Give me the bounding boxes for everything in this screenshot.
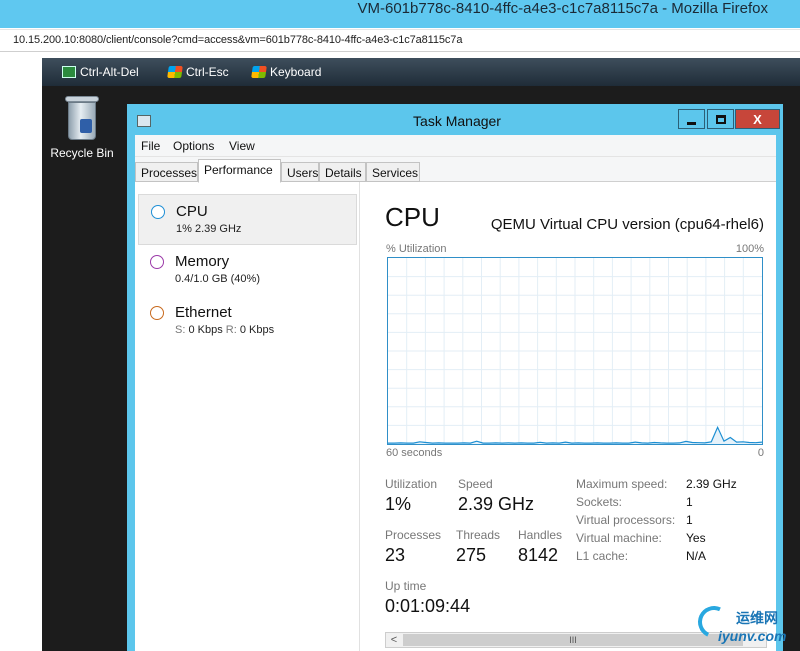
threads-label: Threads	[456, 528, 501, 542]
max-axis-label: 100%	[735, 243, 764, 255]
processes-label: Processes	[385, 528, 442, 542]
speed-value: 2.39 GHz	[458, 494, 535, 514]
receive-label: R:	[225, 324, 237, 336]
recycle-bin-shortcut[interactable]: Recycle Bin	[44, 96, 120, 160]
performance-content: CPU 1% 2.39 GHz Memory 0.4/1.0 GB (40%) …	[135, 182, 776, 651]
threads-value: 275	[456, 545, 487, 565]
menu-view[interactable]: View	[229, 139, 255, 153]
resource-detail: 0.4/1.0 GB (40%)	[175, 273, 260, 285]
uptime-label: Up time	[385, 579, 427, 593]
task-manager-title-bar[interactable]: Task Manager X	[127, 104, 783, 134]
close-button[interactable]: X	[735, 109, 780, 129]
menu-file[interactable]: File	[141, 139, 160, 153]
virtual-processors-value: 1	[686, 513, 693, 527]
processes-value: 23	[385, 545, 406, 565]
maximize-button[interactable]	[707, 109, 734, 129]
cpu-detail-panel: CPU QEMU Virtual CPU version (cpu64-rhel…	[361, 182, 776, 651]
browser-window-title: VM-601b778c-8410-4ffc-a4e3-c1c7a8115c7a …	[357, 0, 768, 17]
scroll-left-arrow-icon[interactable]: <	[386, 633, 402, 647]
tab-processes[interactable]: Processes	[135, 162, 198, 182]
ctrl-esc-label: Ctrl-Esc	[186, 65, 229, 79]
tab-users[interactable]: Users	[281, 162, 319, 182]
utilization-label: Utilization	[385, 477, 438, 491]
ctrl-alt-del-button[interactable]: Ctrl-Alt-Del	[62, 64, 139, 80]
windows-logo-icon	[167, 66, 183, 78]
task-manager-window: Task Manager X File Options View Process…	[127, 104, 783, 651]
keyboard-button[interactable]: Keyboard	[251, 64, 322, 80]
browser-address-bar[interactable]: 10.15.200.10:8080/client/console?cmd=acc…	[0, 29, 800, 52]
cpu-heading: CPU	[385, 202, 440, 232]
resource-cpu[interactable]: CPU 1% 2.39 GHz	[138, 194, 357, 245]
task-manager-body: File Options View Processes Performance …	[135, 135, 776, 651]
resource-name: Ethernet	[175, 304, 232, 321]
send-label: S:	[175, 324, 186, 336]
max-speed-value: 2.39 GHz	[686, 477, 737, 491]
watermark-chinese-text: 运维网	[736, 610, 778, 626]
menu-bar: File Options View	[135, 135, 776, 157]
maximize-icon	[715, 114, 726, 124]
resource-memory[interactable]: Memory 0.4/1.0 GB (40%)	[138, 245, 357, 296]
windows-logo-icon	[251, 66, 267, 78]
time-axis-label: 60 seconds	[386, 447, 443, 459]
keyboard-label: Keyboard	[270, 65, 322, 79]
recycle-bin-label: Recycle Bin	[50, 146, 114, 160]
ctrl-alt-del-label: Ctrl-Alt-Del	[80, 65, 139, 79]
scrollbar-thumb[interactable]: III	[403, 634, 743, 646]
url-text[interactable]: 10.15.200.10:8080/client/console?cmd=acc…	[13, 34, 462, 46]
recycle-bin-icon	[65, 96, 99, 140]
tab-services[interactable]: Services	[366, 162, 420, 182]
utilization-value: 1%	[385, 494, 412, 514]
resource-detail: 1% 2.39 GHz	[176, 223, 242, 235]
menu-options[interactable]: Options	[173, 139, 214, 153]
desktop-right-edge	[783, 104, 800, 651]
zero-axis-label: 0	[757, 447, 764, 459]
resource-name: Memory	[175, 253, 230, 270]
uptime-value: 0:01:09:44	[385, 596, 471, 616]
resource-ethernet[interactable]: Ethernet S: 0 Kbps R: 0 Kbps	[138, 296, 357, 347]
resource-detail: S: 0 Kbps R: 0 Kbps	[175, 324, 274, 336]
memory-graph-thumbnail-icon	[150, 255, 164, 269]
monitor-icon	[62, 66, 76, 78]
tab-strip: Processes Performance Users Details Serv…	[135, 157, 776, 183]
sockets-value: 1	[686, 495, 693, 509]
l1-cache-label: L1 cache:	[576, 549, 629, 563]
tab-details[interactable]: Details	[319, 162, 366, 182]
handles-label: Handles	[518, 528, 563, 542]
minimize-icon	[687, 121, 696, 125]
receive-value: 0 Kbps	[239, 324, 275, 336]
resource-list: CPU 1% 2.39 GHz Memory 0.4/1.0 GB (40%) …	[135, 182, 360, 651]
sockets-label: Sockets:	[576, 495, 623, 509]
ethernet-graph-thumbnail-icon	[150, 306, 164, 320]
max-speed-label: Maximum speed:	[576, 477, 668, 491]
cpu-utilization-graph	[387, 257, 763, 445]
utilization-axis-label: % Utilization	[386, 243, 447, 255]
page-margin	[0, 53, 42, 651]
console-toolbar: Ctrl-Alt-Del Ctrl-Esc Keyboard	[42, 58, 800, 86]
speed-label: Speed	[458, 477, 493, 491]
cpu-utilization-chart	[388, 258, 762, 444]
minimize-button[interactable]	[678, 109, 705, 129]
ctrl-esc-button[interactable]: Ctrl-Esc	[167, 64, 229, 80]
close-icon: X	[753, 111, 762, 127]
l1-cache-value: N/A	[686, 549, 707, 563]
handles-value: 8142	[518, 545, 559, 565]
cpu-graph-thumbnail-icon	[151, 205, 165, 219]
cpu-model: QEMU Virtual CPU version (cpu64-rhel6)	[490, 216, 764, 233]
virtual-machine-label: Virtual machine:	[576, 531, 662, 545]
resource-name: CPU	[176, 203, 208, 220]
virtual-machine-value: Yes	[686, 531, 706, 545]
send-value: 0 Kbps	[188, 324, 223, 336]
tab-performance[interactable]: Performance	[198, 159, 281, 183]
site-watermark-logo: 运维网 iyunv.com	[693, 601, 800, 651]
virtual-processors-label: Virtual processors:	[576, 513, 676, 527]
browser-title-bar: VM-601b778c-8410-4ffc-a4e3-c1c7a8115c7a …	[0, 0, 800, 28]
watermark-domain-text: iyunv.com	[718, 628, 787, 644]
